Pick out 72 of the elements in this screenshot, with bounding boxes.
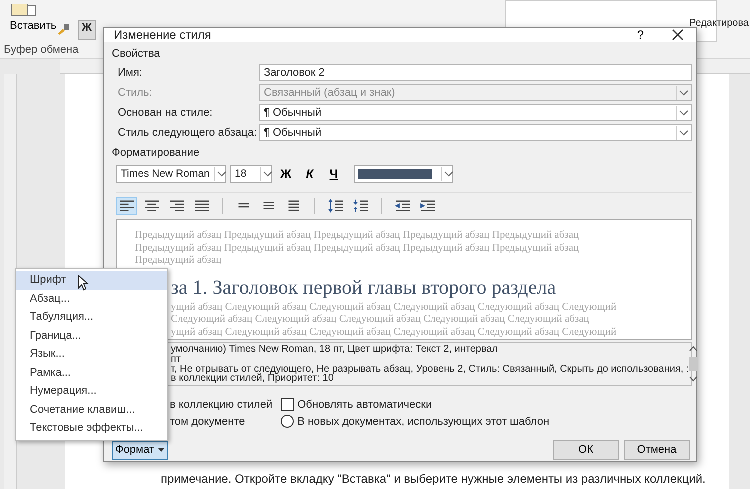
menu-item[interactable]: Рамка... bbox=[16, 364, 167, 382]
menu-item[interactable]: Нумерация... bbox=[16, 382, 167, 400]
menu-item[interactable]: Граница... bbox=[16, 326, 167, 345]
align-left-button[interactable] bbox=[116, 197, 137, 215]
font-size-dropdown[interactable]: 18 bbox=[230, 165, 272, 183]
option-label[interactable]: Обновлять автоматически bbox=[298, 398, 432, 410]
option-label[interactable]: том документе bbox=[170, 416, 246, 428]
space-increase-icon bbox=[326, 199, 344, 213]
chevron-down-icon[interactable] bbox=[676, 106, 691, 120]
format-painter-icon[interactable] bbox=[56, 22, 70, 36]
indent-decrease-icon bbox=[394, 199, 412, 213]
scroll-up-icon[interactable] bbox=[689, 346, 698, 352]
help-button[interactable]: ? bbox=[637, 28, 644, 42]
preview-heading: за 1. Заголовок первой главы второго раздела bbox=[171, 276, 556, 300]
mouse-pointer-icon bbox=[78, 275, 89, 291]
paste-button[interactable]: Вставить bbox=[10, 20, 57, 32]
option-label[interactable]: в коллекцию стилей bbox=[170, 398, 273, 410]
scroll-down-icon[interactable] bbox=[689, 376, 698, 382]
font-dropdown[interactable]: Times New Roman bbox=[116, 165, 226, 183]
chevron-down-icon[interactable] bbox=[676, 126, 691, 140]
font-style-button[interactable]: К bbox=[300, 167, 320, 181]
description-text: в коллекции стилей, Приоритет: 10 bbox=[171, 374, 334, 384]
menu-item[interactable]: Шрифт bbox=[16, 271, 167, 290]
caret-icon bbox=[158, 448, 165, 452]
justify-icon bbox=[192, 199, 210, 213]
align-center-icon bbox=[142, 199, 160, 213]
description-text: т, Не отрывать от следующего, Не разрывать абзац, Уровень 2, Стиль: Связанный, Скрыть до использования, : bbox=[171, 364, 690, 374]
preview-text: Предыдущий абзац Предыдущий абзац Предыдущий абзац Предыдущий абзац Предыдущий абзац bbox=[135, 230, 580, 242]
bold-button[interactable]: Ж bbox=[78, 20, 96, 40]
editing-group-label[interactable]: Редактирова bbox=[689, 18, 749, 29]
menu-item[interactable]: Сочетание клавиш... bbox=[16, 400, 167, 419]
align-left-icon bbox=[118, 199, 136, 213]
font-style-button[interactable]: Ж bbox=[276, 167, 296, 181]
section-heading: Форматирование bbox=[112, 147, 200, 159]
checkbox[interactable] bbox=[280, 398, 294, 411]
chevron-down-icon[interactable] bbox=[214, 167, 229, 181]
field-label: Имя: bbox=[118, 66, 144, 78]
description-text: умолчанию) Times New Roman, 18 пт, Цвет шрифта: Текст 2, интервал bbox=[171, 345, 498, 355]
style-dropdown[interactable]: ¶ Обычный bbox=[259, 124, 692, 141]
description-text: пт bbox=[171, 354, 181, 365]
chevron-down-icon[interactable] bbox=[441, 167, 456, 181]
document-text: примечание. Откройте вкладку "Вставка" и выберите нужные элементы из различных коллекций. bbox=[161, 472, 706, 486]
close-icon[interactable] bbox=[672, 29, 684, 41]
preview-text: Следующий абзац Следующий абзац Следующий абзац Следующий абзац Следующий абзац bbox=[171, 314, 590, 326]
radio-button[interactable] bbox=[280, 415, 294, 428]
font-color-dropdown[interactable] bbox=[354, 165, 453, 183]
menu-item[interactable]: Текстовые эффекты... bbox=[16, 419, 167, 438]
indent-increase-icon bbox=[418, 199, 436, 213]
clipboard-icon bbox=[10, 4, 38, 18]
field-label: Основан на стиле: bbox=[118, 106, 214, 118]
preview-text: Предыдущий абзац bbox=[135, 255, 222, 268]
align-right-icon bbox=[168, 199, 186, 213]
dialog-button[interactable]: ОК bbox=[553, 440, 619, 460]
font-style-button[interactable]: Ч bbox=[324, 167, 344, 181]
preview-text: ущий абзац Следующий абзац Следующий абзац Следующий абзац Следующий абзац Следующий bbox=[171, 302, 617, 314]
dialog-button[interactable]: Отмена bbox=[624, 440, 690, 460]
dialog-title: Изменение стиля bbox=[114, 28, 212, 42]
section-heading: Свойства bbox=[112, 48, 160, 60]
preview-text: ущий абзац Следующий абзац Следующий абзац Следующий абзац Следующий абзац Следующий bbox=[171, 326, 617, 339]
format-button[interactable]: Формат bbox=[112, 440, 168, 460]
menu-item[interactable]: Абзац... bbox=[16, 290, 167, 308]
field-label: Стиль следующего абзаца: bbox=[118, 126, 258, 138]
menu-item[interactable]: Язык... bbox=[16, 345, 167, 364]
group-label: Буфер обмена bbox=[4, 44, 79, 56]
chevron-down-icon[interactable] bbox=[260, 167, 275, 181]
style-dropdown[interactable]: ¶ Обычный bbox=[259, 104, 692, 121]
space-decrease-icon bbox=[352, 199, 370, 213]
preview-text: Предыдущий абзац Предыдущий абзац Предыдущий абзац Предыдущий абзац Предыдущий абзац bbox=[135, 242, 580, 255]
name-field[interactable]: Заголовок 2 bbox=[259, 64, 692, 81]
menu-item[interactable]: Табуляция... bbox=[16, 308, 167, 326]
field-label: Стиль: bbox=[118, 86, 154, 98]
option-label[interactable]: В новых документах, использующих этот шаблон bbox=[298, 416, 550, 428]
